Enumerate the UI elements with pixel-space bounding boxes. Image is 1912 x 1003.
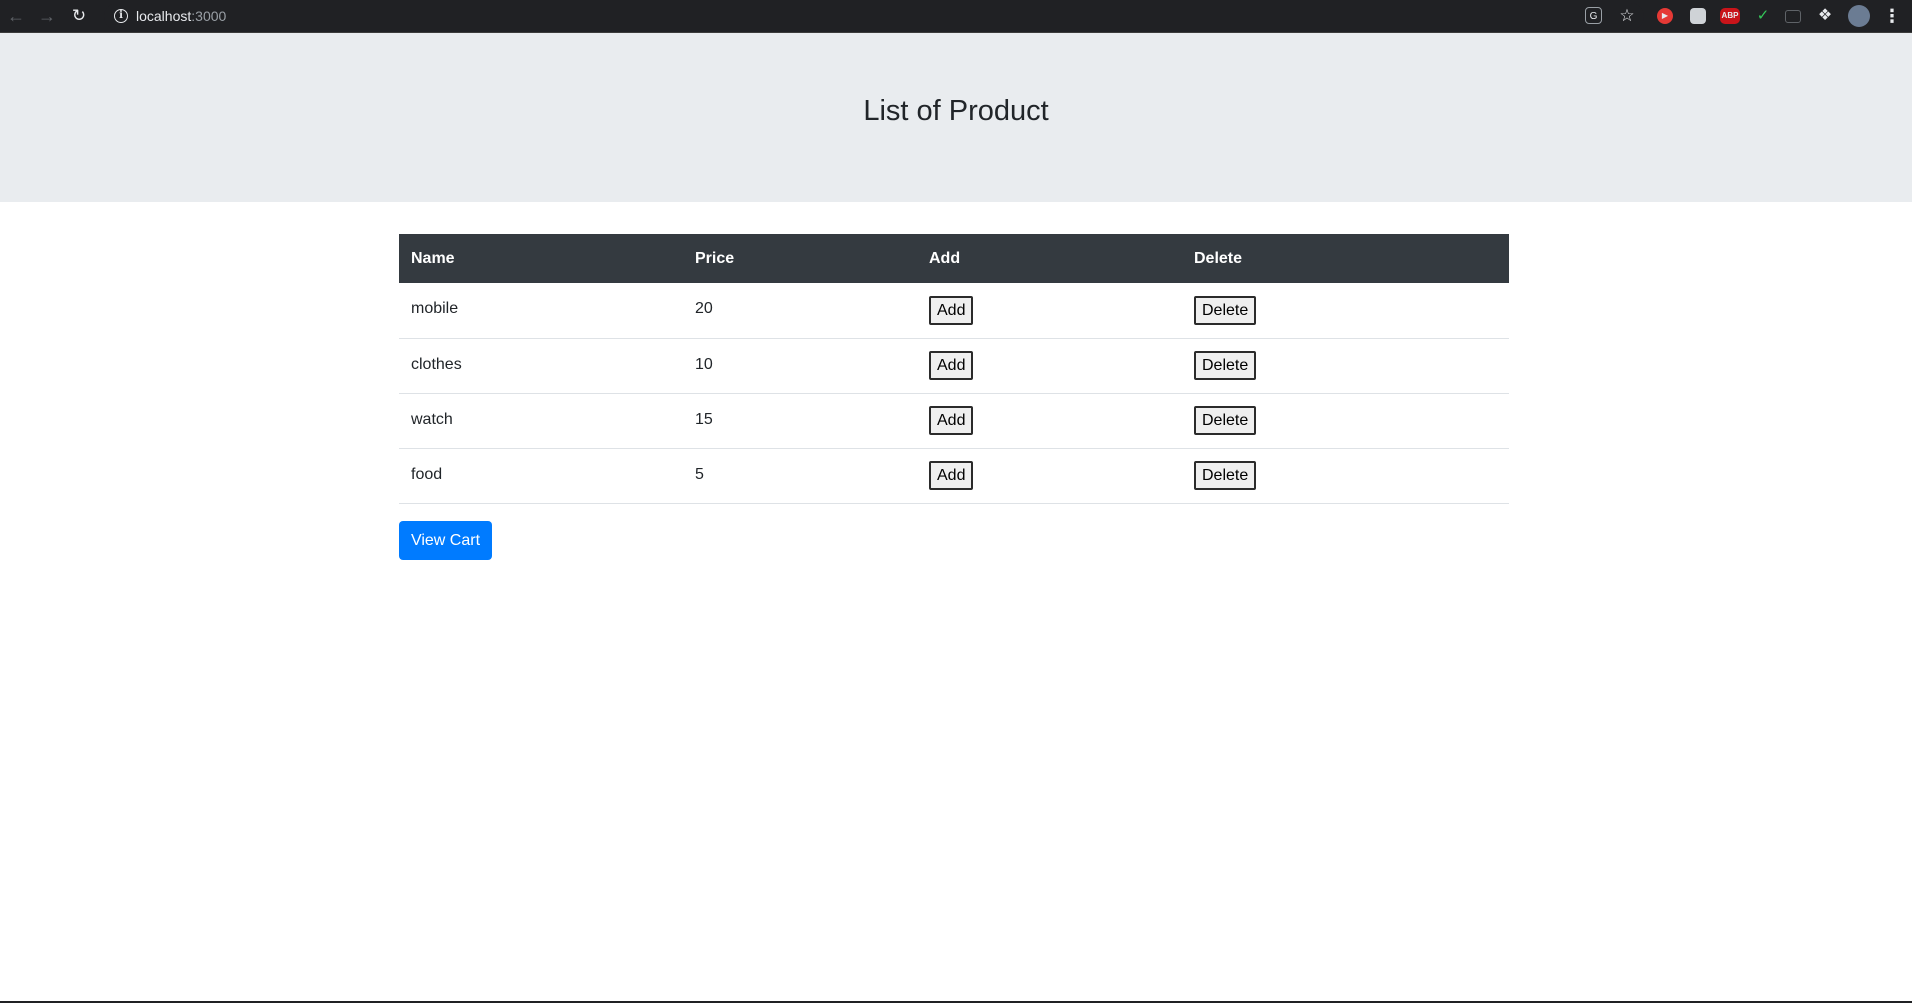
page-title: List of Product xyxy=(863,95,1049,127)
adblock-icon[interactable]: ABP xyxy=(1720,8,1740,24)
url-port: :3000 xyxy=(191,8,227,24)
camera-icon[interactable] xyxy=(1785,10,1801,23)
gray-extension-icon[interactable] xyxy=(1690,8,1706,24)
arrow-right-icon[interactable]: → xyxy=(35,4,59,28)
star-icon[interactable]: ☆ xyxy=(1617,6,1637,26)
delete-button[interactable]: Delete xyxy=(1194,295,1257,325)
translate-icon[interactable]: G xyxy=(1585,7,1602,24)
add-button[interactable]: Add xyxy=(929,295,974,325)
product-price: 20 xyxy=(683,283,917,339)
reload-icon[interactable]: ↻ xyxy=(67,4,91,28)
view-cart-button[interactable]: View Cart xyxy=(399,521,492,560)
column-header-add: Add xyxy=(917,234,1182,283)
table-row: mobile 20 Add Delete xyxy=(399,283,1509,339)
arrow-left-icon[interactable]: ← xyxy=(4,4,28,28)
column-header-price: Price xyxy=(683,234,917,283)
add-button[interactable]: Add xyxy=(929,461,974,490)
address-bar[interactable]: i localhost:3000 xyxy=(104,3,1644,30)
puzzle-icon[interactable]: ❖ xyxy=(1815,6,1835,26)
green-extension-icon[interactable]: ✓ xyxy=(1753,6,1773,26)
url-host: localhost xyxy=(136,8,192,24)
product-price: 10 xyxy=(683,338,917,394)
table-row: clothes 10 Add Delete xyxy=(399,338,1509,394)
product-price: 15 xyxy=(683,393,917,449)
table-header-row: Name Price Add Delete xyxy=(399,234,1509,283)
delete-button[interactable]: Delete xyxy=(1194,461,1257,490)
product-name: food xyxy=(399,448,683,504)
add-button[interactable]: Add xyxy=(929,406,974,435)
product-price: 5 xyxy=(683,448,917,504)
info-icon[interactable]: i xyxy=(114,9,128,23)
product-name: mobile xyxy=(399,283,683,339)
browser-toolbar: ← → ↻ i localhost:3000 G ☆ ▶ ABP ✓ ❖ ⋮ xyxy=(0,0,1912,33)
column-header-delete: Delete xyxy=(1182,234,1509,283)
delete-button[interactable]: Delete xyxy=(1194,406,1257,435)
column-header-name: Name xyxy=(399,234,683,283)
table-row: food 5 Add Delete xyxy=(399,448,1509,504)
jumbotron: List of Product xyxy=(0,33,1912,202)
add-button[interactable]: Add xyxy=(929,351,974,380)
url-text[interactable]: localhost:3000 xyxy=(136,8,226,24)
product-name: clothes xyxy=(399,338,683,394)
delete-button[interactable]: Delete xyxy=(1194,351,1257,380)
table-row: watch 15 Add Delete xyxy=(399,393,1509,449)
avatar[interactable] xyxy=(1848,5,1870,27)
product-table: Name Price Add Delete mobile 20 Add Dele… xyxy=(399,234,1509,504)
red-extension-icon[interactable]: ▶ xyxy=(1657,8,1673,24)
kebab-menu-icon[interactable]: ⋮ xyxy=(1882,6,1902,26)
product-name: watch xyxy=(399,393,683,449)
